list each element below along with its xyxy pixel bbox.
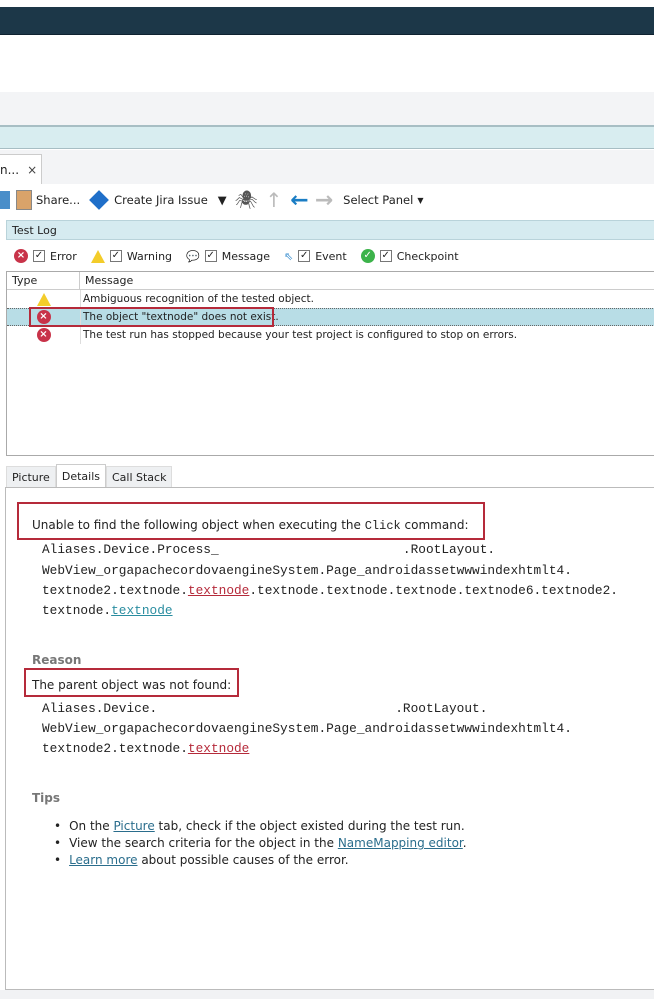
tip-item: View the search criteria for the object …	[54, 835, 467, 852]
filter-event[interactable]: ⇖ ✓ Event	[284, 250, 347, 263]
filter-bar: × ✓ Error ✓ Warning 💬 ✓ Message ⇖ ✓ Event ✓ ✓ Che…	[14, 246, 473, 266]
filter-checkpoint[interactable]: ✓ ✓ Checkpoint	[360, 249, 459, 263]
filter-label: Checkpoint	[396, 249, 459, 263]
top-header-bar	[0, 7, 654, 35]
picture-link[interactable]: Picture	[113, 819, 154, 833]
error-intro: Unable to find the following object when…	[32, 518, 469, 533]
row-message: Ambiguous recognition of the tested obje…	[80, 290, 314, 308]
filter-error[interactable]: × ✓ Error	[14, 249, 77, 263]
tips-heading: Tips	[32, 791, 61, 805]
object-path-line: WebView_orgapachecordovaengineSystem.Pag…	[42, 721, 572, 736]
tab-strip	[0, 150, 654, 184]
filter-message[interactable]: 💬 ✓ Message	[186, 250, 270, 263]
object-path-line: Aliases.Device. .RootLayout.	[42, 701, 488, 716]
tab-call-stack[interactable]: Call Stack	[105, 466, 173, 488]
column-type[interactable]: Type	[7, 272, 80, 289]
arrow-left-icon[interactable]: ←	[290, 188, 308, 213]
checkbox[interactable]: ✓	[204, 250, 217, 262]
arrow-up-icon[interactable]: ↑	[266, 188, 283, 212]
bug-icon[interactable]: 🕷	[235, 190, 258, 211]
checkbox[interactable]: ✓	[109, 250, 122, 262]
edit-icon[interactable]	[0, 191, 10, 209]
highlight-box	[29, 307, 274, 327]
details-panel: Unable to find the following object when…	[5, 487, 654, 990]
table-row[interactable]: Ambiguous recognition of the tested obje…	[7, 290, 654, 308]
tips-list: On the Picture tab, check if the object …	[54, 818, 467, 869]
select-panel-button[interactable]: Select Panel ▼	[343, 193, 423, 207]
object-path-line: WebView_orgapachecordovaengineSystem.Pag…	[42, 563, 572, 578]
filter-warning[interactable]: ✓ Warning	[90, 249, 173, 263]
checkbox[interactable]: ✓	[33, 250, 45, 262]
reason-text: The parent object was not found:	[32, 678, 232, 692]
filter-label: Event	[315, 249, 347, 263]
filter-label: Message	[221, 249, 270, 263]
filter-label: Warning	[126, 249, 173, 263]
create-jira-issue-button[interactable]: Create Jira Issue ▼	[88, 190, 227, 210]
missing-object-link[interactable]: textnode	[188, 583, 249, 598]
checkbox[interactable]: ✓	[298, 250, 311, 262]
column-message[interactable]: Message	[80, 272, 138, 289]
missing-object-link[interactable]: textnode	[188, 741, 249, 756]
object-link[interactable]: textnode	[111, 603, 172, 618]
grid-header: Type Message	[7, 272, 654, 290]
error-icon: ×	[36, 328, 51, 342]
document-tab[interactable]: n... ×	[0, 154, 42, 184]
speech-bubble-icon: 💬	[186, 249, 200, 263]
jira-label: Create Jira Issue	[114, 193, 208, 207]
filter-label: Error	[50, 249, 77, 263]
row-message: The test run has stopped because your te…	[80, 326, 517, 344]
object-path-line: textnode.textnode	[42, 603, 173, 618]
tab-details[interactable]: Details	[55, 464, 106, 488]
warning-icon	[36, 292, 51, 306]
close-icon[interactable]: ×	[27, 163, 37, 177]
object-path-line: textnode2.textnode.textnode	[42, 741, 250, 756]
checkbox[interactable]: ✓	[379, 250, 392, 262]
error-icon: ×	[14, 249, 28, 263]
namemapping-editor-link[interactable]: NameMapping editor	[338, 836, 463, 850]
jira-icon	[89, 190, 110, 210]
share-button[interactable]: Share...	[16, 190, 80, 210]
test-log-header: Test Log	[6, 220, 654, 240]
command-name: Click	[364, 519, 401, 533]
chevron-down-icon: ▼	[417, 195, 424, 205]
gray-bar	[0, 92, 654, 125]
toolbar: Share... Create Jira Issue ▼ 🕷 ↑ ← → Sele…	[0, 184, 654, 216]
cursor-icon: ⇖	[283, 249, 294, 263]
object-path-line: Aliases.Device.Process_ .RootLayout.	[42, 542, 496, 557]
tip-item: Learn more about possible causes of the …	[54, 852, 467, 869]
panel-bar	[0, 125, 654, 149]
status-bar	[0, 990, 654, 999]
share-label: Share...	[36, 193, 81, 207]
chevron-down-icon[interactable]: ▼	[218, 193, 227, 207]
share-icon	[16, 190, 32, 210]
tab-picture[interactable]: Picture	[6, 466, 56, 488]
checkmark-icon: ✓	[360, 249, 375, 263]
reason-heading: Reason	[32, 653, 82, 667]
object-path-line: textnode2.textnode.textnode.textnode.tex…	[42, 583, 618, 598]
warning-icon	[90, 249, 105, 263]
learn-more-link[interactable]: Learn more	[69, 853, 137, 867]
tip-item: On the Picture tab, check if the object …	[54, 818, 467, 835]
test-log-grid: Type Message Ambiguous recognition of the…	[6, 271, 654, 456]
arrow-right-icon[interactable]: →	[315, 188, 333, 213]
bottom-tabs: Picture Details Call Stack	[6, 464, 173, 488]
table-row[interactable]: × The test run has stopped because your t…	[7, 326, 654, 344]
select-panel-label: Select Panel	[343, 193, 414, 207]
tab-title: n...	[0, 163, 20, 177]
